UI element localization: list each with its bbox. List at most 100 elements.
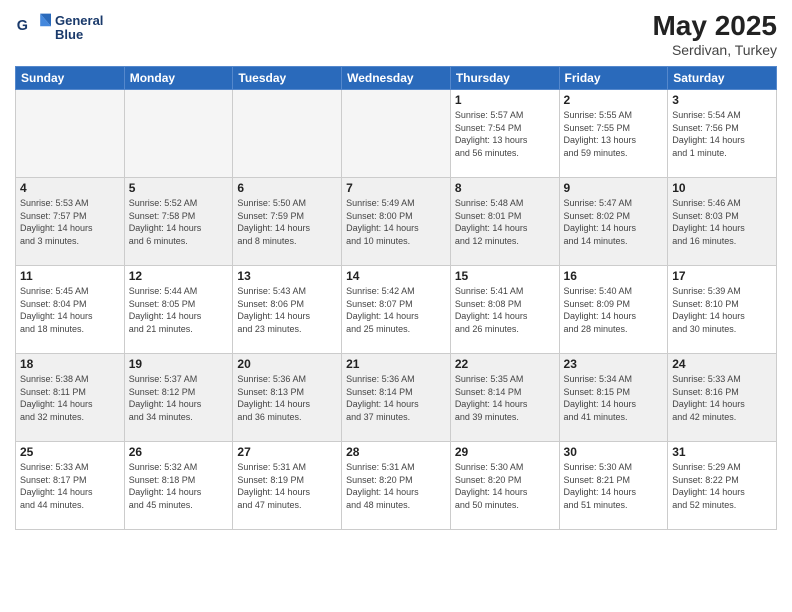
- day-info: Sunrise: 5:31 AM Sunset: 8:19 PM Dayligh…: [237, 461, 337, 511]
- calendar-header-row: SundayMondayTuesdayWednesdayThursdayFrid…: [16, 67, 777, 90]
- day-info: Sunrise: 5:52 AM Sunset: 7:58 PM Dayligh…: [129, 197, 229, 247]
- day-info: Sunrise: 5:53 AM Sunset: 7:57 PM Dayligh…: [20, 197, 120, 247]
- day-number: 27: [237, 445, 337, 459]
- day-number: 13: [237, 269, 337, 283]
- day-info: Sunrise: 5:49 AM Sunset: 8:00 PM Dayligh…: [346, 197, 446, 247]
- calendar-cell: [342, 90, 451, 178]
- calendar-cell: 13 Sunrise: 5:43 AM Sunset: 8:06 PM Dayli…: [233, 266, 342, 354]
- day-header-wednesday: Wednesday: [342, 67, 451, 90]
- day-header-sunday: Sunday: [16, 67, 125, 90]
- day-number: 4: [20, 181, 120, 195]
- calendar-cell: 22Sunrise: 5:35 AM Sunset: 8:14 PM Dayli…: [450, 354, 559, 442]
- day-info: Sunrise: 5:36 AM Sunset: 8:14 PM Dayligh…: [346, 373, 446, 423]
- calendar-cell: 25Sunrise: 5:33 AM Sunset: 8:17 PM Dayli…: [16, 442, 125, 530]
- week-row-4: 18 Sunrise: 5:38 AM Sunset: 8:11 PM Dayli…: [16, 354, 777, 442]
- day-number: 25: [20, 445, 120, 459]
- title-block: May 2025 Serdivan, Turkey: [652, 10, 777, 58]
- calendar-cell: 6Sunrise: 5:50 AM Sunset: 7:59 PM Daylig…: [233, 178, 342, 266]
- calendar-cell: 18 Sunrise: 5:38 AM Sunset: 8:11 PM Dayli…: [16, 354, 125, 442]
- day-info: Sunrise: 5:41 AM Sunset: 8:08 PM Dayligh…: [455, 285, 555, 335]
- day-header-monday: Monday: [124, 67, 233, 90]
- logo-icon: G: [15, 10, 51, 46]
- day-info: Sunrise: 5:30 AM Sunset: 8:21 PM Dayligh…: [564, 461, 664, 511]
- calendar-cell: 3 Sunrise: 5:54 AM Sunset: 7:56 PM Daylig…: [668, 90, 777, 178]
- day-number: 20: [237, 357, 337, 371]
- svg-text:G: G: [17, 18, 28, 34]
- calendar-cell: 9 Sunrise: 5:47 AM Sunset: 8:02 PM Daylig…: [559, 178, 668, 266]
- day-number: 12: [129, 269, 229, 283]
- week-row-3: 11Sunrise: 5:45 AM Sunset: 8:04 PM Dayli…: [16, 266, 777, 354]
- day-info: Sunrise: 5:46 AM Sunset: 8:03 PM Dayligh…: [672, 197, 772, 247]
- calendar-cell: 1 Sunrise: 5:57 AM Sunset: 7:54 PM Daylig…: [450, 90, 559, 178]
- calendar-cell: 7 Sunrise: 5:49 AM Sunset: 8:00 PM Daylig…: [342, 178, 451, 266]
- calendar: SundayMondayTuesdayWednesdayThursdayFrid…: [15, 66, 777, 530]
- calendar-cell: [16, 90, 125, 178]
- logo: G General Blue: [15, 10, 103, 46]
- month-year: May 2025: [652, 10, 777, 42]
- calendar-cell: 11Sunrise: 5:45 AM Sunset: 8:04 PM Dayli…: [16, 266, 125, 354]
- logo-text: General Blue: [55, 14, 103, 43]
- day-number: 22: [455, 357, 555, 371]
- header: G General Blue May 2025 Serdivan, Turkey: [15, 10, 777, 58]
- calendar-cell: 28 Sunrise: 5:31 AM Sunset: 8:20 PM Dayli…: [342, 442, 451, 530]
- calendar-cell: 10Sunrise: 5:46 AM Sunset: 8:03 PM Dayli…: [668, 178, 777, 266]
- calendar-cell: [124, 90, 233, 178]
- day-info: Sunrise: 5:31 AM Sunset: 8:20 PM Dayligh…: [346, 461, 446, 511]
- calendar-cell: 17 Sunrise: 5:39 AM Sunset: 8:10 PM Dayli…: [668, 266, 777, 354]
- day-info: Sunrise: 5:32 AM Sunset: 8:18 PM Dayligh…: [129, 461, 229, 511]
- day-info: Sunrise: 5:57 AM Sunset: 7:54 PM Dayligh…: [455, 109, 555, 159]
- day-number: 19: [129, 357, 229, 371]
- day-header-saturday: Saturday: [668, 67, 777, 90]
- day-number: 18: [20, 357, 120, 371]
- calendar-cell: 27 Sunrise: 5:31 AM Sunset: 8:19 PM Dayli…: [233, 442, 342, 530]
- day-number: 9: [564, 181, 664, 195]
- location: Serdivan, Turkey: [652, 42, 777, 58]
- day-number: 26: [129, 445, 229, 459]
- day-number: 28: [346, 445, 446, 459]
- day-number: 23: [564, 357, 664, 371]
- day-number: 21: [346, 357, 446, 371]
- calendar-cell: 24Sunrise: 5:33 AM Sunset: 8:16 PM Dayli…: [668, 354, 777, 442]
- day-number: 8: [455, 181, 555, 195]
- day-header-friday: Friday: [559, 67, 668, 90]
- calendar-cell: 29Sunrise: 5:30 AM Sunset: 8:20 PM Dayli…: [450, 442, 559, 530]
- calendar-cell: 26 Sunrise: 5:32 AM Sunset: 8:18 PM Dayli…: [124, 442, 233, 530]
- week-row-1: 1 Sunrise: 5:57 AM Sunset: 7:54 PM Daylig…: [16, 90, 777, 178]
- day-number: 30: [564, 445, 664, 459]
- day-info: Sunrise: 5:30 AM Sunset: 8:20 PM Dayligh…: [455, 461, 555, 511]
- calendar-cell: 21 Sunrise: 5:36 AM Sunset: 8:14 PM Dayli…: [342, 354, 451, 442]
- day-info: Sunrise: 5:38 AM Sunset: 8:11 PM Dayligh…: [20, 373, 120, 423]
- calendar-cell: 20 Sunrise: 5:36 AM Sunset: 8:13 PM Dayli…: [233, 354, 342, 442]
- day-number: 15: [455, 269, 555, 283]
- logo-line1: General: [55, 14, 103, 28]
- day-info: Sunrise: 5:48 AM Sunset: 8:01 PM Dayligh…: [455, 197, 555, 247]
- day-info: Sunrise: 5:50 AM Sunset: 7:59 PM Dayligh…: [237, 197, 337, 247]
- calendar-cell: [233, 90, 342, 178]
- day-number: 14: [346, 269, 446, 283]
- day-info: Sunrise: 5:37 AM Sunset: 8:12 PM Dayligh…: [129, 373, 229, 423]
- day-info: Sunrise: 5:47 AM Sunset: 8:02 PM Dayligh…: [564, 197, 664, 247]
- day-info: Sunrise: 5:39 AM Sunset: 8:10 PM Dayligh…: [672, 285, 772, 335]
- day-info: Sunrise: 5:42 AM Sunset: 8:07 PM Dayligh…: [346, 285, 446, 335]
- day-info: Sunrise: 5:40 AM Sunset: 8:09 PM Dayligh…: [564, 285, 664, 335]
- day-number: 11: [20, 269, 120, 283]
- calendar-cell: 15 Sunrise: 5:41 AM Sunset: 8:08 PM Dayli…: [450, 266, 559, 354]
- day-number: 7: [346, 181, 446, 195]
- calendar-cell: 2Sunrise: 5:55 AM Sunset: 7:55 PM Daylig…: [559, 90, 668, 178]
- day-number: 3: [672, 93, 772, 107]
- calendar-cell: 23Sunrise: 5:34 AM Sunset: 8:15 PM Dayli…: [559, 354, 668, 442]
- day-number: 17: [672, 269, 772, 283]
- day-info: Sunrise: 5:36 AM Sunset: 8:13 PM Dayligh…: [237, 373, 337, 423]
- day-info: Sunrise: 5:43 AM Sunset: 8:06 PM Dayligh…: [237, 285, 337, 335]
- week-row-2: 4 Sunrise: 5:53 AM Sunset: 7:57 PM Daylig…: [16, 178, 777, 266]
- day-number: 16: [564, 269, 664, 283]
- page: G General Blue May 2025 Serdivan, Turkey…: [0, 0, 792, 612]
- calendar-cell: 30 Sunrise: 5:30 AM Sunset: 8:21 PM Dayli…: [559, 442, 668, 530]
- week-row-5: 25Sunrise: 5:33 AM Sunset: 8:17 PM Dayli…: [16, 442, 777, 530]
- day-number: 1: [455, 93, 555, 107]
- day-number: 5: [129, 181, 229, 195]
- day-number: 31: [672, 445, 772, 459]
- calendar-cell: 8 Sunrise: 5:48 AM Sunset: 8:01 PM Daylig…: [450, 178, 559, 266]
- day-info: Sunrise: 5:54 AM Sunset: 7:56 PM Dayligh…: [672, 109, 772, 159]
- day-info: Sunrise: 5:44 AM Sunset: 8:05 PM Dayligh…: [129, 285, 229, 335]
